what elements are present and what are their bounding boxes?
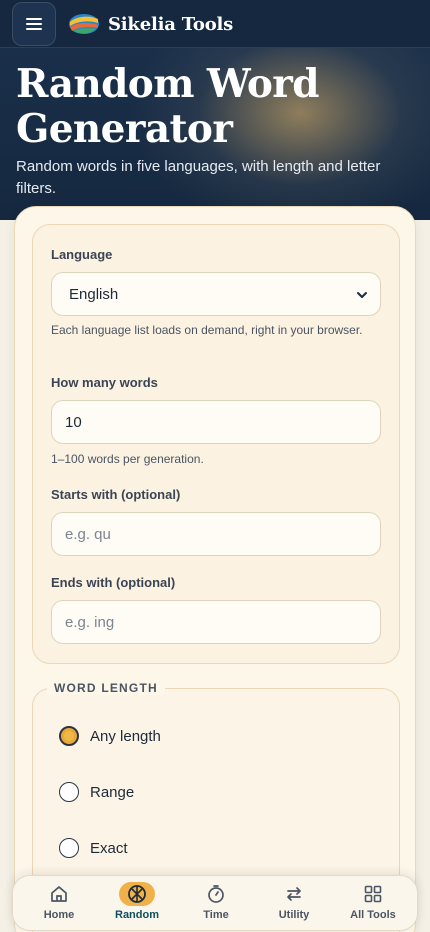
count-input-value: 10 xyxy=(65,413,82,431)
nav-label: Time xyxy=(203,909,229,921)
language-select[interactable]: English xyxy=(51,272,381,316)
nav-icon-slot xyxy=(41,882,77,906)
nav-item-all-tools[interactable]: All Tools xyxy=(338,876,408,932)
count-help: 1–100 words per generation. xyxy=(51,452,204,466)
brand-link[interactable]: Sikelia Tools xyxy=(68,11,233,37)
ends-with-input[interactable]: e.g. ing xyxy=(51,600,381,644)
nav-icon-slot xyxy=(276,882,312,906)
starts-with-input[interactable]: e.g. qu xyxy=(51,512,381,556)
nav-label: Utility xyxy=(278,909,310,921)
page-title: Random Word Generator xyxy=(16,61,320,152)
options-panel: Language English Each language list load… xyxy=(32,224,400,664)
nav-icon-slot xyxy=(355,882,391,906)
bottom-nav: Home Random Time Utility All Tools xyxy=(12,875,418,931)
menu-button[interactable] xyxy=(12,2,56,46)
stopwatch-icon xyxy=(208,885,224,903)
page-subtitle: Random words in five languages, with len… xyxy=(16,158,381,197)
chevron-down-icon xyxy=(357,292,367,298)
starts-with-label: Starts with (optional) xyxy=(51,487,181,502)
radio-button[interactable] xyxy=(59,782,79,802)
count-input[interactable]: 10 xyxy=(51,400,381,444)
ends-with-label: Ends with (optional) xyxy=(51,575,176,590)
radio-exact[interactable]: Exact xyxy=(59,837,128,859)
language-help: Each language list loads on demand, righ… xyxy=(51,323,363,337)
radio-label: Exact xyxy=(90,839,128,857)
swap-arrows-icon xyxy=(287,887,301,901)
hero: Random Word Generator Random words in fi… xyxy=(0,48,430,220)
radio-range[interactable]: Range xyxy=(59,781,134,803)
nav-item-home[interactable]: Home xyxy=(24,876,94,932)
nav-item-utility[interactable]: Utility xyxy=(259,876,329,932)
random-icon xyxy=(128,885,146,903)
grid-icon xyxy=(364,885,382,903)
nav-label: Random xyxy=(115,909,159,921)
nav-item-time[interactable]: Time xyxy=(181,876,251,932)
nav-label: Home xyxy=(43,909,75,921)
radio-label: Range xyxy=(90,783,135,801)
home-icon xyxy=(51,886,67,902)
language-label: Language xyxy=(51,247,113,262)
count-label: How many words xyxy=(51,375,158,390)
brand-name: Sikelia Tools xyxy=(108,13,234,35)
hamburger-menu-icon xyxy=(26,18,42,30)
generator-card: Language English Each language list load… xyxy=(14,206,416,932)
top-bar: Sikelia Tools xyxy=(0,0,430,48)
language-select-value: English xyxy=(69,285,119,303)
radio-button[interactable] xyxy=(59,838,79,858)
nav-icon-slot xyxy=(198,882,234,906)
radio-button[interactable] xyxy=(59,726,79,746)
radio-any-length[interactable]: Any length xyxy=(59,725,161,747)
nav-item-random[interactable]: Random xyxy=(102,876,172,932)
radio-label: Any length xyxy=(90,727,161,745)
sikelia-logo xyxy=(69,14,99,34)
ends-with-placeholder: e.g. ing xyxy=(65,613,115,631)
starts-with-placeholder: e.g. qu xyxy=(65,525,111,543)
nav-icon-slot xyxy=(119,882,155,906)
word-length-legend: WORD LENGTH xyxy=(47,681,165,695)
nav-label: All Tools xyxy=(350,909,396,921)
